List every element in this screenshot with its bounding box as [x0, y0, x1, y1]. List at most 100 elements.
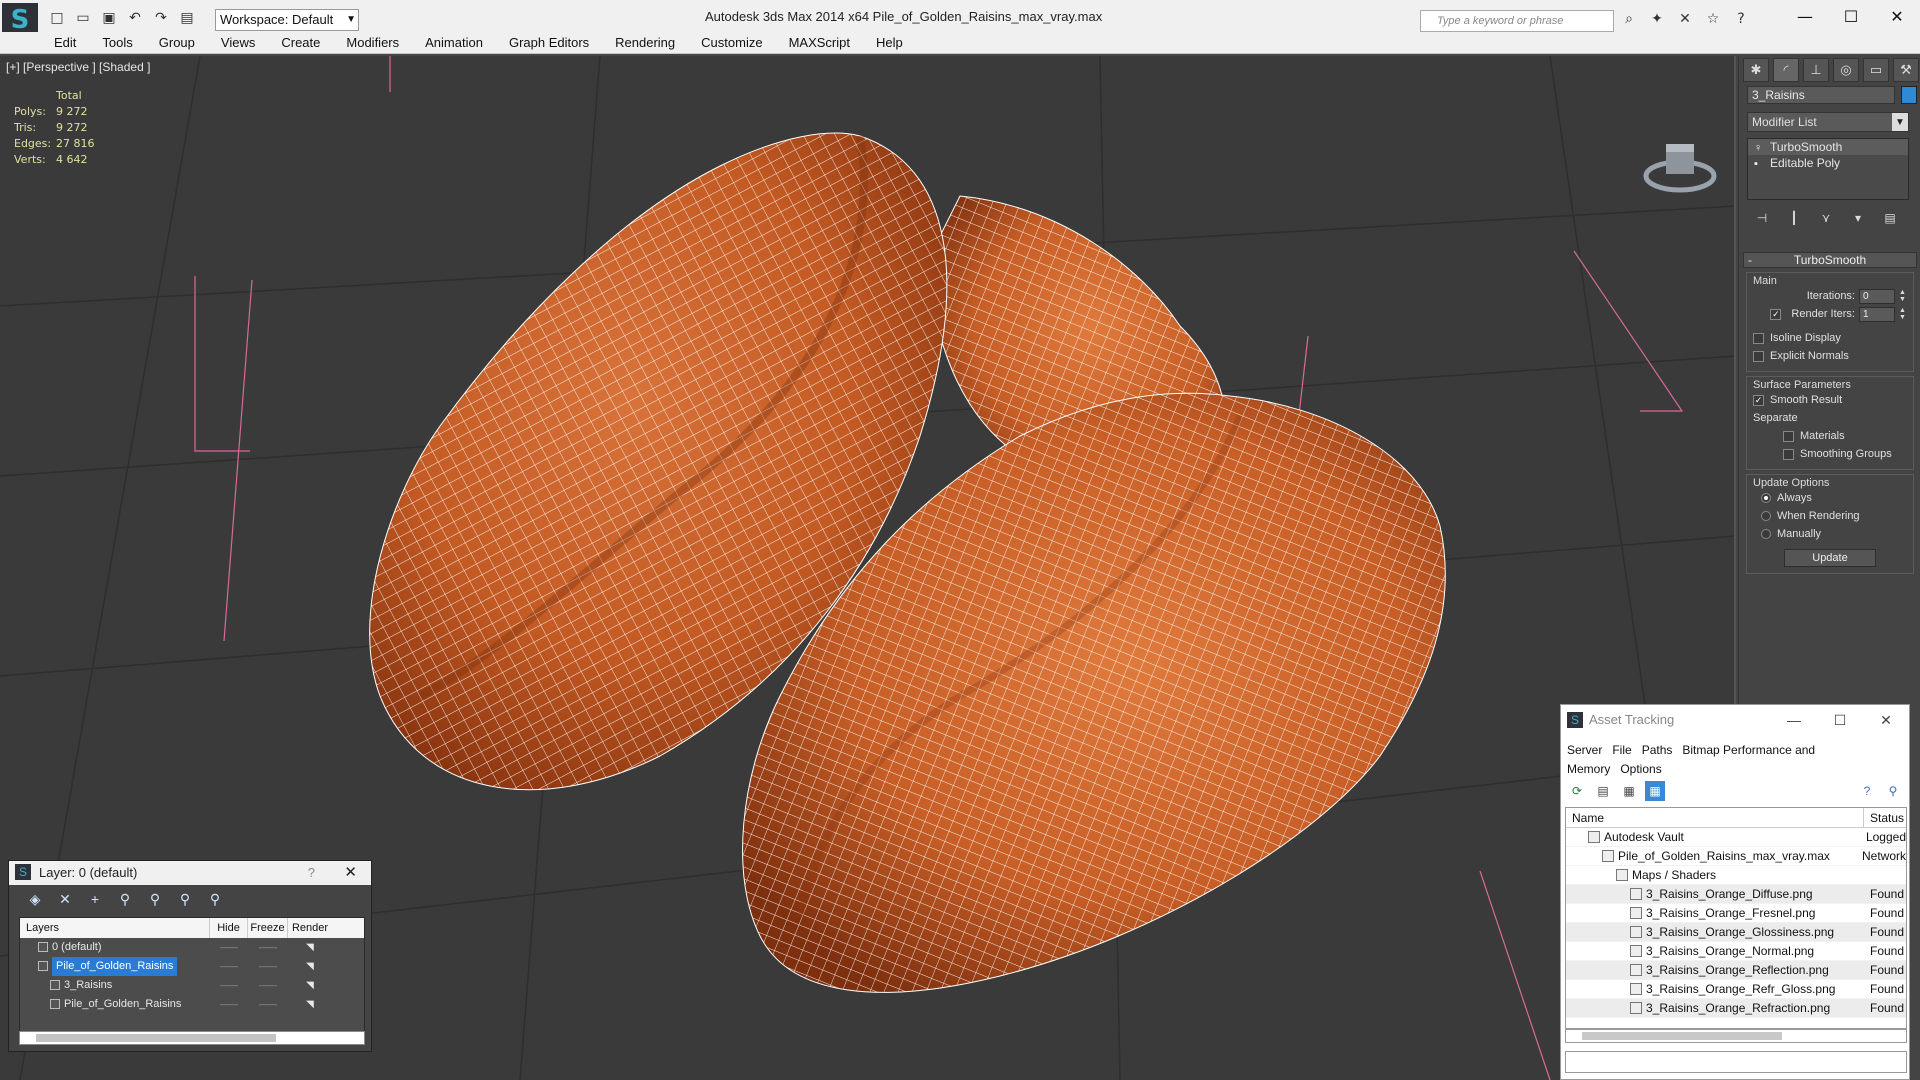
stack-item-turbosmooth[interactable]: ♀ TurboSmooth	[1748, 139, 1908, 155]
object-color-swatch[interactable]	[1901, 86, 1917, 104]
asset-row[interactable]: 3_Raisins_Orange_Refr_Gloss.png Found	[1566, 980, 1906, 999]
asset-row[interactable]: Pile_of_Golden_Raisins_max_vray.max Netwo…	[1566, 847, 1906, 866]
highlight-layer-icon[interactable]: ⚲	[145, 889, 165, 909]
menu-graph-editors[interactable]: Graph Editors	[509, 35, 589, 50]
menu-animation[interactable]: Animation	[425, 35, 483, 50]
asset-row[interactable]: 3_Raisins_Orange_Reflection.png Found	[1566, 961, 1906, 980]
pin-stack-icon[interactable]: ⊣	[1751, 208, 1773, 228]
render-teapot-icon[interactable]: ◥	[288, 938, 332, 957]
modifier-list-dropdown[interactable]: Modifier List ▼	[1747, 112, 1909, 132]
utilities-tab-icon[interactable]: ⚒	[1893, 58, 1919, 82]
column-layers[interactable]: Layers	[20, 918, 210, 938]
explicit-normals-checkbox[interactable]	[1753, 350, 1764, 362]
when-rendering-radio[interactable]	[1761, 511, 1771, 521]
undo-icon[interactable]: ↶	[124, 7, 146, 29]
asset-row[interactable]: 3_Raisins_Orange_Normal.png Found	[1566, 942, 1906, 961]
favorites-star-icon[interactable]: ☆	[1702, 8, 1724, 30]
iterations-spinner[interactable]: 0	[1859, 288, 1895, 304]
always-radio[interactable]	[1761, 493, 1771, 503]
motion-tab-icon[interactable]: ◎	[1833, 58, 1859, 82]
table-view-icon[interactable]: ▦	[1619, 781, 1639, 801]
render-teapot-icon[interactable]: ◥	[288, 976, 332, 995]
render-iters-checkbox[interactable]: ✓	[1770, 308, 1782, 320]
delete-layer-icon[interactable]: ✕	[55, 889, 75, 909]
subscription-icon[interactable]: ✦	[1646, 8, 1668, 30]
grid-view-icon[interactable]: ▦	[1645, 781, 1665, 801]
freeze-toggle[interactable]: ——	[248, 976, 288, 995]
rollout-header[interactable]: - TurboSmooth	[1743, 252, 1917, 268]
close-icon[interactable]: ✕	[344, 861, 357, 885]
render-teapot-icon[interactable]: ◥	[288, 995, 332, 1014]
list-view-icon[interactable]: ▤	[1593, 781, 1613, 801]
menu-help[interactable]: Help	[876, 35, 903, 50]
manually-radio[interactable]	[1761, 529, 1771, 539]
show-end-result-icon[interactable]: ┃	[1783, 208, 1805, 228]
freeze-toggle[interactable]: ——	[248, 938, 288, 957]
asset-tracking-titlebar[interactable]: S Asset Tracking — ☐ ✕	[1561, 705, 1909, 735]
add-to-layer-icon[interactable]: +	[85, 889, 105, 909]
maximize-icon[interactable]: ☐	[1817, 705, 1863, 735]
layer-row[interactable]: 0 (default) —— —— ◥	[20, 938, 364, 957]
asset-menu-options[interactable]: Options	[1620, 762, 1661, 776]
asset-menu-file[interactable]: File	[1612, 743, 1631, 757]
menu-edit[interactable]: Edit	[54, 35, 76, 50]
asset-row[interactable]: Maps / Shaders	[1566, 866, 1906, 885]
menu-group[interactable]: Group	[159, 35, 195, 50]
smooth-result-checkbox[interactable]: ✓	[1753, 394, 1764, 406]
column-status[interactable]: Status	[1864, 808, 1904, 827]
update-button[interactable]: Update	[1784, 549, 1876, 567]
layer-row[interactable]: Pile_of_Golden_Raisins —— —— ◥	[20, 995, 364, 1014]
pin-icon[interactable]: ⚲	[1883, 781, 1903, 801]
help-icon[interactable]: ?	[1730, 8, 1752, 30]
refresh-icon[interactable]: ⟳	[1567, 781, 1587, 801]
menu-rendering[interactable]: Rendering	[615, 35, 675, 50]
new-file-icon[interactable]: □	[46, 7, 68, 29]
asset-menu-paths[interactable]: Paths	[1642, 743, 1673, 757]
menu-create[interactable]: Create	[281, 35, 320, 50]
redo-icon[interactable]: ↷	[150, 7, 172, 29]
hide-toggle[interactable]: ——	[210, 938, 248, 957]
scroll-thumb[interactable]	[36, 1034, 276, 1042]
asset-menu-server[interactable]: Server	[1567, 743, 1602, 757]
isoline-checkbox[interactable]	[1753, 332, 1764, 344]
object-name-field[interactable]: 3_Raisins	[1747, 86, 1895, 104]
asset-row[interactable]: 3_Raisins_Orange_Glossiness.png Found	[1566, 923, 1906, 942]
render-teapot-icon[interactable]: ◥	[288, 957, 332, 976]
layer-row[interactable]: Pile_of_Golden_Raisins —— —— ◥	[20, 957, 364, 976]
layer-name[interactable]: Pile_of_Golden_Raisins	[64, 995, 181, 1014]
scroll-thumb[interactable]	[1582, 1032, 1782, 1040]
layer-name[interactable]: 0 (default)	[52, 938, 102, 957]
maximize-button[interactable]: ☐	[1828, 0, 1874, 32]
workspace-dropdown[interactable]: Workspace: Default ▼	[215, 9, 359, 31]
hierarchy-tab-icon[interactable]: ⊥	[1803, 58, 1829, 82]
spinner-arrows-icon[interactable]: ▲ ▼	[1899, 289, 1907, 303]
menu-views[interactable]: Views	[221, 35, 255, 50]
lightbulb-icon[interactable]: ♀	[1754, 140, 1762, 156]
asset-row[interactable]: 3_Raisins_Orange_Fresnel.png Found	[1566, 904, 1906, 923]
hide-toggle[interactable]: ——	[210, 976, 248, 995]
viewport-label[interactable]: [+] [Perspective ] [Shaded ]	[6, 60, 150, 74]
select-objects-icon[interactable]: ⚲	[115, 889, 135, 909]
layer-name[interactable]: 3_Raisins	[64, 976, 112, 995]
minimize-button[interactable]: —	[1782, 0, 1828, 32]
freeze-toggle[interactable]: ——	[248, 995, 288, 1014]
layer-row[interactable]: 3_Raisins —— —— ◥	[20, 976, 364, 995]
menu-customize[interactable]: Customize	[701, 35, 762, 50]
spinner-arrows-icon[interactable]: ▲ ▼	[1899, 307, 1907, 321]
column-hide[interactable]: Hide	[210, 918, 248, 938]
smoothing-groups-checkbox[interactable]	[1783, 448, 1794, 460]
display-tab-icon[interactable]: ▭	[1863, 58, 1889, 82]
hide-toggle[interactable]: ——	[210, 957, 248, 976]
asset-menu-bitmap-performance-and-memory[interactable]: Bitmap Performance and Memory	[1567, 743, 1815, 776]
make-unique-icon[interactable]: ⋎	[1815, 208, 1837, 228]
freeze-all-icon[interactable]: ⚲	[205, 889, 225, 909]
modify-tab-icon[interactable]: ◜	[1773, 58, 1799, 82]
column-render[interactable]: Render	[288, 918, 332, 938]
layer-dialog-titlebar[interactable]: S Layer: 0 (default) ? ✕	[9, 861, 371, 885]
column-name[interactable]: Name	[1566, 808, 1864, 827]
close-icon[interactable]: ✕	[1863, 705, 1909, 735]
save-file-icon[interactable]: ▣	[98, 7, 120, 29]
help-icon[interactable]: ?	[1857, 781, 1877, 801]
asset-hscrollbar[interactable]	[1565, 1029, 1907, 1043]
search-input[interactable]: Type a keyword or phrase	[1420, 10, 1614, 32]
